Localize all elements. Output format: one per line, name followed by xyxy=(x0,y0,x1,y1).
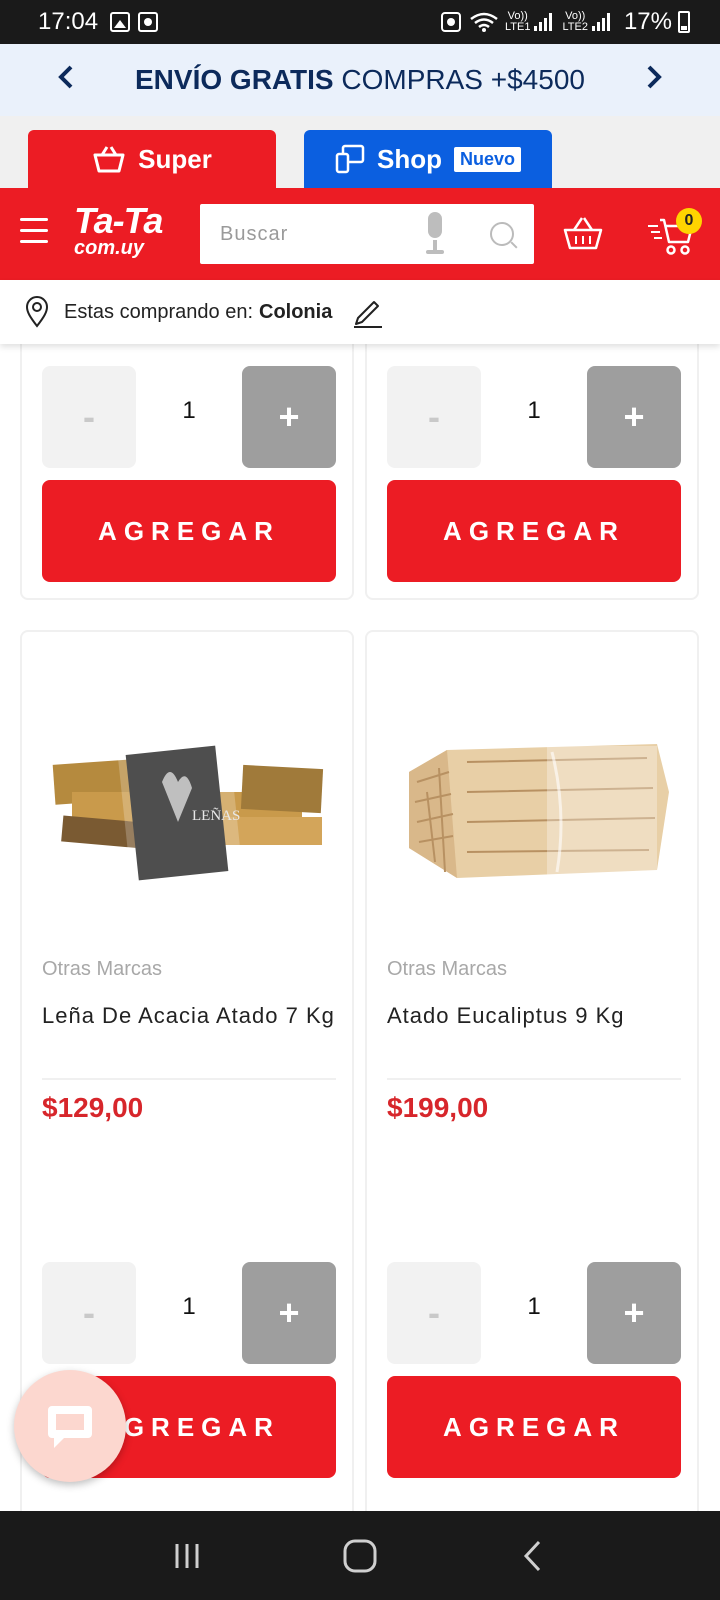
chevron-right-icon[interactable] xyxy=(644,63,664,97)
product-name[interactable]: Leña De Acacia Atado 7 Kg xyxy=(42,998,338,1034)
main-header: Ta-Ta com.uy Buscar xyxy=(0,188,720,280)
shopping-basket-icon[interactable] xyxy=(562,212,604,254)
battery-percent: 17% xyxy=(623,8,672,35)
tata-logo[interactable]: Ta-Ta com.uy xyxy=(74,203,180,259)
basket-icon xyxy=(93,146,125,173)
tab-shop-label: Shop xyxy=(376,143,442,174)
back-icon[interactable] xyxy=(503,1536,563,1576)
increase-button[interactable]: + xyxy=(242,1262,336,1364)
quantity-stepper: - 1 + xyxy=(387,366,681,468)
tab-super-label: Super xyxy=(138,143,212,174)
svg-text:LEÑAS: LEÑAS xyxy=(192,808,240,824)
product-card: - 1 + AGREGAR xyxy=(365,344,699,600)
product-price: $199,00 xyxy=(387,1092,489,1123)
microphone-icon[interactable] xyxy=(420,212,450,256)
store-tabs: Super Shop Nuevo xyxy=(0,116,720,188)
system-nav-bar xyxy=(0,1511,720,1600)
sim1-signal-icon xyxy=(534,13,553,31)
app-screen: 17:04 Vo)) LTE1 Vo)) LTE2 17% ENVÍO GRATIS… xyxy=(0,0,720,1600)
increase-button[interactable]: + xyxy=(587,366,681,468)
recent-apps-icon[interactable] xyxy=(157,1536,217,1576)
promo-banner: ENVÍO GRATIS COMPRAS +$4500 xyxy=(0,44,720,116)
gallery-notification-icon xyxy=(110,12,131,32)
new-badge: Nuevo xyxy=(453,146,521,172)
decrease-button[interactable]: - xyxy=(387,1262,481,1364)
chat-button[interactable] xyxy=(14,1370,126,1482)
decrease-button[interactable]: - xyxy=(42,1262,136,1364)
increase-button[interactable]: + xyxy=(587,1262,681,1364)
search-input[interactable]: Buscar xyxy=(220,223,420,246)
status-bar: 17:04 Vo)) LTE1 Vo)) LTE2 17% xyxy=(0,0,720,44)
location-pin-icon xyxy=(25,296,49,328)
add-to-cart-button[interactable]: AGREGAR xyxy=(387,480,681,582)
menu-icon[interactable] xyxy=(20,218,48,244)
battery-icon xyxy=(678,11,690,33)
tab-super[interactable]: Super xyxy=(28,130,276,188)
sim2-signal-icon xyxy=(591,13,610,31)
sim2-label: Vo)) LTE2 xyxy=(562,10,588,33)
increase-button[interactable]: + xyxy=(242,366,336,468)
divider xyxy=(42,1078,336,1080)
devices-icon xyxy=(335,144,365,174)
quantity-stepper: - 1 + xyxy=(387,1262,681,1364)
quantity-value: 1 xyxy=(182,1293,196,1320)
quantity-stepper: - 1 + xyxy=(42,1262,336,1364)
product-price: $129,00 xyxy=(42,1092,144,1123)
divider xyxy=(387,1078,681,1080)
decrease-button[interactable]: - xyxy=(42,366,136,468)
product-card: - 1 + AGREGAR xyxy=(20,344,354,600)
tab-shop[interactable]: Shop Nuevo xyxy=(304,130,552,188)
product-name[interactable]: Atado Eucaliptus 9 Kg xyxy=(387,998,683,1034)
cart-count-badge: 0 xyxy=(676,208,702,234)
screen-record-notification-icon xyxy=(138,12,159,32)
add-to-cart-button[interactable]: AGREGAR xyxy=(42,480,336,582)
location-city: Colonia xyxy=(259,300,333,323)
edit-pencil-icon[interactable] xyxy=(352,296,384,328)
search-bar[interactable]: Buscar xyxy=(200,204,534,264)
location-bar[interactable]: Estas comprando en: Colonia xyxy=(0,280,720,344)
quantity-value: 1 xyxy=(182,397,196,424)
chat-icon xyxy=(48,1406,92,1448)
chevron-left-icon[interactable] xyxy=(56,63,76,97)
status-time: 17:04 xyxy=(38,8,99,35)
product-brand: Otras Marcas xyxy=(42,958,163,980)
product-grid: - 1 + AGREGAR - 1 + AGREGAR LEÑAS Otras … xyxy=(0,344,720,1511)
add-to-cart-button[interactable]: AGREGAR xyxy=(387,1376,681,1478)
quantity-stepper: - 1 + xyxy=(42,366,336,468)
product-image-acacia-firewood[interactable]: LEÑAS xyxy=(42,672,336,942)
wifi-icon xyxy=(470,12,498,32)
product-card[interactable]: Otras Marcas Atado Eucaliptus 9 Kg $199,… xyxy=(365,630,699,1511)
location-prefix: Estas comprando en: xyxy=(64,300,253,323)
data-saver-icon xyxy=(440,12,461,32)
product-brand: Otras Marcas xyxy=(387,958,508,980)
home-icon[interactable] xyxy=(330,1536,390,1576)
quantity-value: 1 xyxy=(527,1293,541,1320)
quantity-value: 1 xyxy=(527,397,541,424)
decrease-button[interactable]: - xyxy=(387,366,481,468)
sim1-label: Vo)) LTE1 xyxy=(504,10,531,33)
promo-message: ENVÍO GRATIS COMPRAS +$4500 xyxy=(135,64,585,95)
search-icon[interactable] xyxy=(490,222,514,246)
product-image-eucalyptus-firewood[interactable] xyxy=(387,672,681,942)
